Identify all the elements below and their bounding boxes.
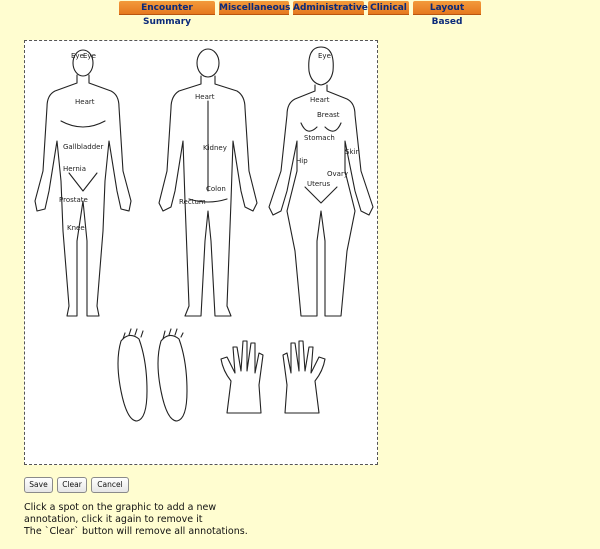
back-figure — [158, 48, 258, 317]
annotation-breast[interactable]: Breast — [317, 111, 340, 119]
male-front-figure — [34, 49, 132, 317]
instructions-text: Click a spot on the graphic to add a new… — [24, 502, 248, 538]
clear-button[interactable]: Clear — [57, 477, 87, 493]
tab-encounter-summary[interactable]: Encounter Summary — [119, 1, 215, 27]
annotation-eye-right[interactable]: Eye — [83, 52, 96, 60]
body-diagram-canvas[interactable]: Eye Eye Heart Gallbladder Hernia Prostat… — [24, 40, 378, 465]
tab-miscellaneous[interactable]: Miscellaneous — [219, 1, 291, 15]
annotation-colon[interactable]: Colon — [206, 185, 226, 193]
tab-clinical[interactable]: Clinical — [368, 1, 409, 15]
annotation-stomach[interactable]: Stomach — [304, 134, 335, 142]
annotation-female-heart[interactable]: Heart — [310, 96, 329, 104]
hands-figure — [220, 340, 326, 414]
top-navigation: Encounter Summary Miscellaneous Administ… — [0, 0, 600, 27]
annotation-female-eye[interactable]: Eye — [318, 52, 331, 60]
annotation-hernia[interactable]: Hernia — [63, 165, 86, 173]
annotation-rectum[interactable]: Rectum — [179, 198, 206, 206]
annotation-eye-left[interactable]: Eye — [71, 52, 84, 60]
annotation-prostate[interactable]: Prostate — [59, 196, 88, 204]
annotation-uterus[interactable]: Uterus — [307, 180, 330, 188]
annotation-ovary[interactable]: Ovary — [327, 170, 348, 178]
cancel-button[interactable]: Cancel — [91, 477, 129, 493]
instructions-line-1: Click a spot on the graphic to add a new — [24, 502, 217, 513]
annotation-hip[interactable]: Hip — [296, 157, 308, 165]
tab-layout-based[interactable]: Layout Based — [413, 1, 481, 27]
annotation-gallbladder[interactable]: Gallbladder — [63, 143, 103, 151]
annotation-back-heart[interactable]: Heart — [195, 93, 214, 101]
annotation-kidney[interactable]: Kidney — [203, 144, 227, 152]
instructions-line-2: annotation, click it again to remove it — [24, 514, 203, 525]
tab-administrative[interactable]: Administrative — [293, 1, 368, 15]
annotation-knee[interactable]: Knee — [67, 224, 85, 232]
annotation-skin[interactable]: Skin — [345, 148, 360, 156]
save-button[interactable]: Save — [24, 477, 53, 493]
instructions-line-3: The `Clear` button will remove all annot… — [24, 526, 248, 537]
feet-figure — [117, 328, 188, 422]
annotation-heart[interactable]: Heart — [75, 98, 94, 106]
